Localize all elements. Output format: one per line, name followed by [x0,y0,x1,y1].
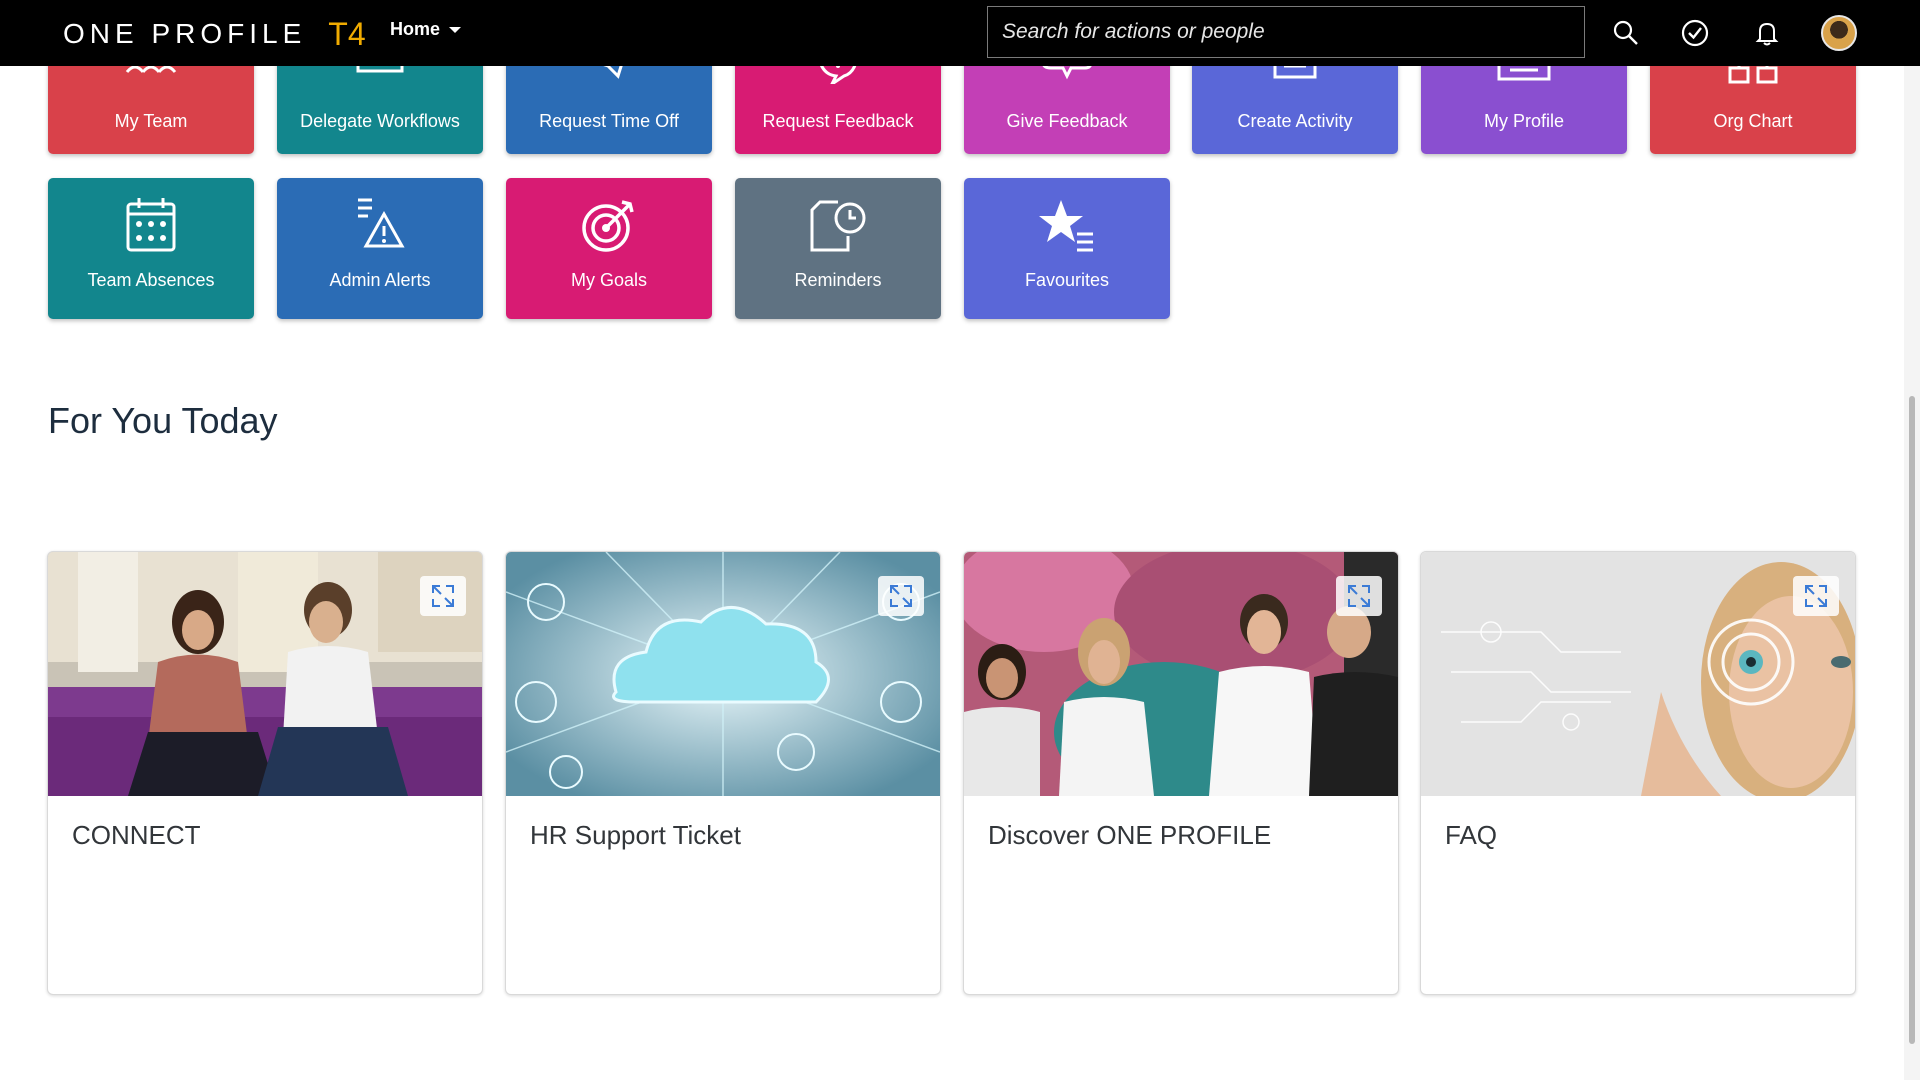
card-image-people-talking [48,552,482,796]
star-icon [1039,200,1093,252]
tile-label: Give Feedback [1006,111,1128,131]
card-image-woman-digital-interface [1421,552,1855,796]
tile-label: Delegate Workflows [300,111,460,131]
tile-label: Create Activity [1237,111,1353,131]
tile-my-goals[interactable]: My Goals [506,178,712,319]
card-discover-one-profile[interactable]: Discover ONE PROFILE [963,551,1399,995]
logo-main-text: ONE PROFILE [63,18,307,49]
card-title: CONNECT [72,820,201,850]
app-logo[interactable]: ONE PROFILE T4 [63,14,366,54]
tile-favourites[interactable]: Favourites [964,178,1170,319]
home-menu-label: Home [390,19,441,39]
card-title: HR Support Ticket [530,820,741,850]
page-scrollbar[interactable] [1904,66,1920,1080]
card-image-group-of-people [964,552,1398,796]
expand-icon [890,585,912,607]
section-title-for-you-today: For You Today [48,400,278,441]
card-image-cloud-technology [506,552,940,796]
approvals-check-icon[interactable] [1680,18,1710,48]
tile-label: My Team [114,111,188,131]
expand-icon [1348,585,1370,607]
tile-admin-alerts[interactable]: Admin Alerts [277,178,483,319]
logo-suffix-text: T4 [328,15,366,52]
tile-label: My Goals [570,270,648,290]
search-icon[interactable] [1611,18,1641,48]
search-input[interactable] [987,6,1585,58]
notifications-bell-icon[interactable] [1752,18,1782,48]
card-faq[interactable]: FAQ [1420,551,1856,995]
home-menu-button[interactable]: Home [390,19,462,40]
tile-label: Org Chart [1713,111,1793,131]
caret-down-icon [449,26,462,33]
tile-reminders[interactable]: Reminders [735,178,941,319]
tile-label: Favourites [1024,270,1110,290]
tile-label: Admin Alerts [329,270,431,290]
tile-label: Reminders [794,270,882,290]
scrollbar-thumb[interactable] [1909,396,1915,1044]
tile-label: Team Absences [87,270,215,290]
target-icon [582,200,634,252]
expand-card-button[interactable] [878,576,924,616]
expand-icon [432,585,454,607]
expand-card-button[interactable] [420,576,466,616]
card-connect[interactable]: CONNECT [47,551,483,995]
reminder-icon [810,200,866,252]
tile-label: My Profile [1483,111,1564,131]
card-hr-support-ticket[interactable]: HR Support Ticket [505,551,941,995]
calendar-icon [126,198,176,252]
expand-card-button[interactable] [1336,576,1382,616]
tile-label: Request Feedback [762,111,914,131]
tile-team-absences[interactable]: Team Absences [48,178,254,319]
alert-icon [358,198,405,248]
tile-label: Request Time Off [539,111,679,131]
user-avatar[interactable] [1821,15,1857,51]
expand-icon [1805,585,1827,607]
card-title: Discover ONE PROFILE [988,820,1272,850]
card-title: FAQ [1445,820,1498,850]
top-navigation-bar: ONE PROFILE T4 Home [0,0,1920,66]
expand-card-button[interactable] [1793,576,1839,616]
